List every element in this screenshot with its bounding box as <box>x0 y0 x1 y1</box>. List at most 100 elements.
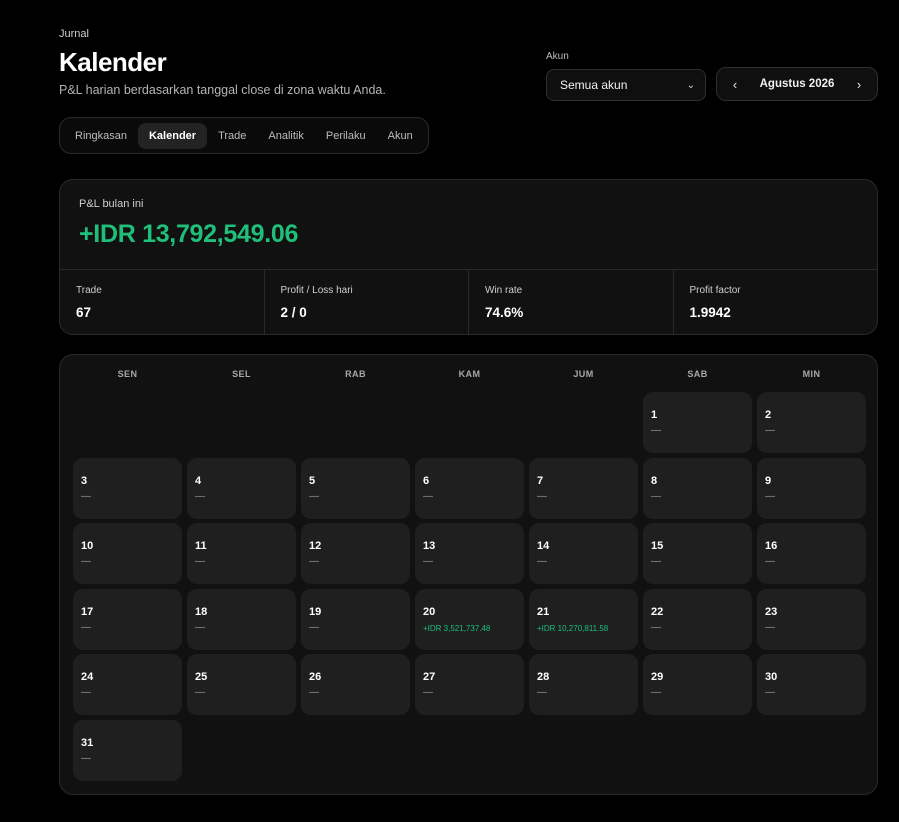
day-number: 29 <box>651 671 664 683</box>
day-pl-value: — <box>423 687 433 698</box>
day-pl-value: — <box>195 556 205 567</box>
day-pl-value: — <box>537 687 547 698</box>
calendar-day-cell[interactable]: 23 — <box>757 588 866 650</box>
calendar-day-cell[interactable]: 14 — <box>529 523 638 584</box>
weekday-label: KAM <box>458 369 481 379</box>
calendar-empty-cell <box>187 392 296 453</box>
tab-akun[interactable]: Akun <box>377 123 424 149</box>
calendar-day-cell[interactable]: 2— <box>757 392 866 453</box>
prev-month-button[interactable]: ‹ <box>729 77 741 92</box>
day-number: 15 <box>651 540 664 552</box>
calendar-day-cell[interactable]: 11 — <box>187 523 296 584</box>
day-number: 26 <box>309 671 322 683</box>
day-pl-value: — <box>651 490 661 502</box>
calendar-day-cell[interactable]: 31 — <box>73 719 182 781</box>
day-number: 6 <box>423 474 430 487</box>
calendar-day-cell[interactable]: 4— <box>187 457 296 519</box>
calendar-day-cell[interactable]: 16 — <box>757 523 866 584</box>
calendar-day-cell[interactable]: 21 +IDR 10,270,811.58 <box>529 588 638 650</box>
tab-trade[interactable]: Trade <box>207 123 257 149</box>
day-pl-value: — <box>81 621 91 633</box>
weekday-header: SEN SEL RAB KAM JUM SAB MIN <box>73 369 866 379</box>
calendar-day-cell[interactable]: 5— <box>301 457 410 519</box>
calendar-day-cell[interactable]: 29 — <box>643 654 752 715</box>
day-number: 10 <box>81 540 94 552</box>
tab-kalender[interactable]: Kalender <box>137 122 208 149</box>
account-select[interactable]: Semua akun ⌄ <box>546 69 706 101</box>
current-month: Agustus 2026 <box>759 78 835 90</box>
weekday-label: JUM <box>573 369 594 379</box>
weekday-label: RAB <box>345 369 366 379</box>
day-pl-value: — <box>81 752 91 764</box>
tab-analitik[interactable]: Analitik <box>257 123 314 149</box>
calendar-day-cell[interactable]: 9— <box>757 457 866 519</box>
day-pl-value: — <box>195 621 205 633</box>
calendar-day-cell[interactable]: 26 — <box>301 654 410 715</box>
day-number: 9 <box>765 474 772 487</box>
day-number: 31 <box>81 736 94 749</box>
day-number: 16 <box>765 540 778 552</box>
calendar-day-cell[interactable]: 12 — <box>301 523 410 584</box>
stat-label: Win rate <box>485 285 523 296</box>
calendar-day-cell[interactable]: 3— <box>73 457 182 519</box>
calendar-day-cell[interactable]: 7— <box>529 457 638 519</box>
calendar-day-cell[interactable]: 10 — <box>73 523 182 584</box>
day-pl-value: — <box>309 556 319 567</box>
chevron-down-icon: ⌄ <box>686 79 695 91</box>
tab-bar: Ringkasan Kalender Trade Analitik Perila… <box>59 117 429 154</box>
stat-trade: Trade 67 <box>60 270 265 334</box>
calendar-empty-cell <box>301 392 410 453</box>
calendar-day-cell[interactable]: 15 — <box>643 523 752 584</box>
day-pl-value: — <box>651 425 661 436</box>
day-number: 28 <box>537 671 550 683</box>
day-number: 4 <box>195 474 202 487</box>
day-number: 14 <box>537 540 550 552</box>
day-pl-value: — <box>765 687 775 698</box>
calendar-card: SEN SEL RAB KAM JUM SAB MIN 1—2—3—4—5—6—… <box>59 354 878 795</box>
stat-value: 1.9942 <box>689 305 731 320</box>
day-number: 7 <box>537 474 544 487</box>
weekday-label: SEL <box>232 369 251 379</box>
day-number: 11 <box>195 540 207 552</box>
calendar-day-cell[interactable]: 1— <box>643 392 752 453</box>
calendar-day-cell[interactable]: 27 — <box>415 654 524 715</box>
calendar-day-cell[interactable]: 28 — <box>529 654 638 715</box>
day-pl-value: — <box>765 425 775 436</box>
next-month-button[interactable]: › <box>853 77 865 92</box>
calendar-day-cell[interactable]: 8— <box>643 457 752 519</box>
day-pl-value: — <box>309 490 319 502</box>
day-pl-value: — <box>81 687 91 698</box>
day-pl-value: +IDR 3,521,737.48 <box>423 623 491 633</box>
calendar-day-cell[interactable]: 19 — <box>301 588 410 650</box>
calendar-day-cell[interactable]: 22 — <box>643 588 752 650</box>
day-pl-value: — <box>537 490 547 502</box>
calendar-day-cell[interactable]: 25 — <box>187 654 296 715</box>
stats-row: Trade 67 Profit / Loss hari 2 / 0 Win ra… <box>60 269 878 334</box>
calendar-day-cell[interactable]: 17 — <box>73 588 182 650</box>
day-pl-value: — <box>765 490 775 502</box>
page-title: Kalender <box>59 47 167 77</box>
account-select-value: Semua akun <box>560 78 628 92</box>
day-number: 18 <box>195 605 208 618</box>
day-number: 12 <box>309 540 322 552</box>
stat-value: 2 / 0 <box>280 305 307 320</box>
tab-perilaku[interactable]: Perilaku <box>315 123 377 149</box>
stat-win-rate: Win rate 74.6% <box>469 270 674 334</box>
calendar-day-cell[interactable]: 6— <box>415 457 524 519</box>
day-pl-value: — <box>81 556 91 567</box>
monthly-summary-card: P&L bulan ini +IDR 13,792,549.06 Trade 6… <box>59 179 878 335</box>
day-pl-value: — <box>309 687 319 698</box>
day-number: 23 <box>765 605 778 618</box>
calendar-day-cell[interactable]: 24 — <box>73 654 182 715</box>
month-navigator: ‹ Agustus 2026 › <box>716 67 878 101</box>
calendar-day-cell[interactable]: 13 — <box>415 523 524 584</box>
day-pl-value: — <box>423 556 433 567</box>
calendar-day-cell[interactable]: 30 — <box>757 654 866 715</box>
tab-ringkasan[interactable]: Ringkasan <box>64 123 138 149</box>
day-number: 5 <box>309 474 316 487</box>
calendar-empty-cell <box>73 392 182 453</box>
stat-value: 67 <box>76 305 92 320</box>
calendar-day-cell[interactable]: 18 — <box>187 588 296 650</box>
stat-profit-factor: Profit factor 1.9942 <box>674 270 878 334</box>
calendar-day-cell[interactable]: 20 +IDR 3,521,737.48 <box>415 588 524 650</box>
